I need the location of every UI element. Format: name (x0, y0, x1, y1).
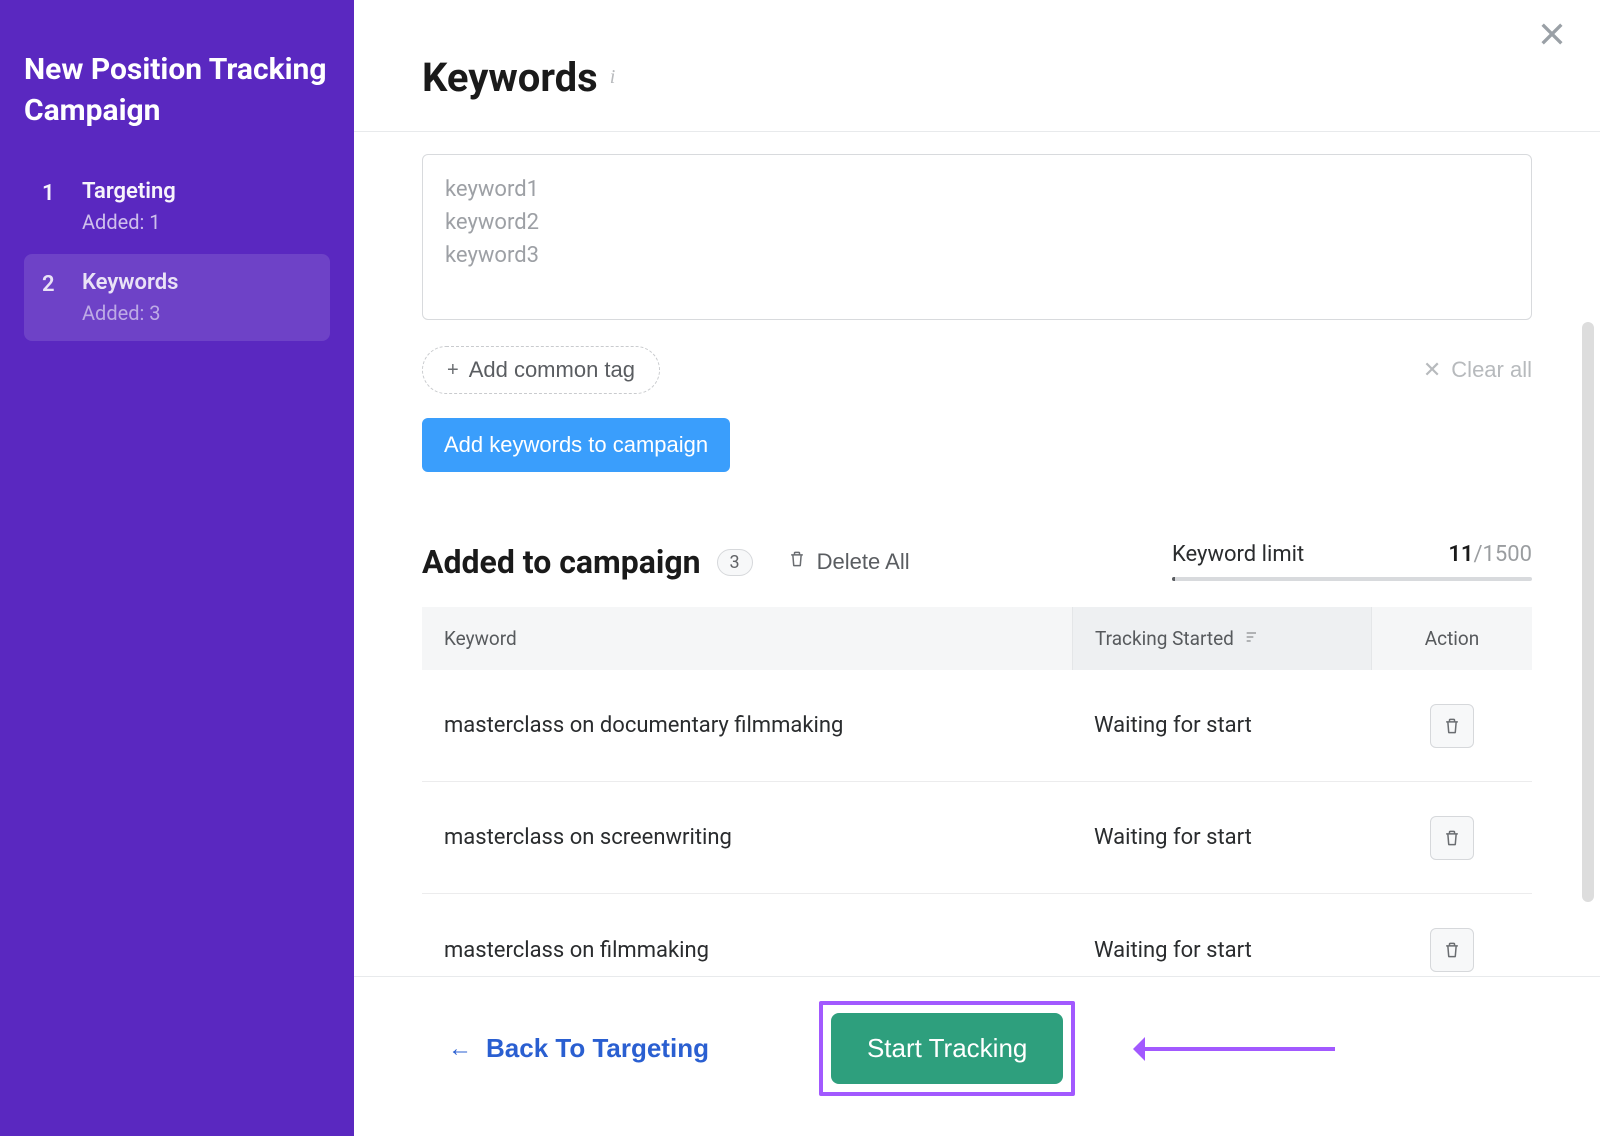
back-to-targeting-button[interactable]: ← Back To Targeting (448, 1033, 709, 1064)
page-header: Keywords i (354, 0, 1600, 132)
step-label: Keywords (82, 270, 178, 295)
campaign-title-group: Added to campaign 3 Delete All (422, 543, 910, 581)
annotation-arrow (1135, 1047, 1335, 1051)
col-action: Action (1372, 607, 1532, 670)
cell-status: Waiting for start (1072, 695, 1372, 756)
campaign-title: Added to campaign (422, 543, 701, 581)
page-title: Keywords i (422, 54, 1532, 101)
cell-action (1372, 798, 1532, 878)
delete-row-button[interactable] (1430, 816, 1474, 860)
add-tag-label: Add common tag (469, 357, 635, 383)
cell-keyword: masterclass on filmmaking (422, 920, 1072, 977)
start-tracking-highlight: Start Tracking (819, 1001, 1075, 1096)
cell-status: Waiting for start (1072, 920, 1372, 977)
col-tracking-label: Tracking Started (1095, 627, 1234, 650)
clear-all-label: Clear all (1451, 357, 1532, 383)
add-keywords-button[interactable]: Add keywords to campaign (422, 418, 730, 472)
info-icon[interactable]: i (610, 66, 616, 89)
sidebar-title: New Position Tracking Campaign (24, 50, 330, 131)
campaign-section-header: Added to campaign 3 Delete All Keyword l… (422, 542, 1532, 581)
add-common-tag-button[interactable]: + Add common tag (422, 346, 660, 394)
delete-all-button[interactable]: Delete All (787, 549, 910, 575)
keywords-table: Keyword Tracking Started Action mastercl… (422, 607, 1532, 976)
limit-used: 11 (1448, 542, 1473, 567)
trash-icon (1442, 716, 1462, 736)
keyword-limit: Keyword limit 11/1500 (1172, 542, 1532, 581)
cell-status: Waiting for start (1072, 807, 1372, 868)
sidebar: New Position Tracking Campaign 1 Targeti… (0, 0, 354, 1136)
step-keywords[interactable]: 2 Keywords Added: 3 (24, 254, 330, 341)
limit-progress-bar (1172, 577, 1532, 581)
sort-icon (1244, 627, 1260, 650)
content-area: + Add common tag ✕ Clear all Add keyword… (354, 132, 1600, 976)
delete-row-button[interactable] (1430, 928, 1474, 972)
back-label: Back To Targeting (486, 1033, 709, 1064)
col-tracking-started[interactable]: Tracking Started (1072, 607, 1372, 670)
page-title-text: Keywords (422, 54, 598, 101)
step-number: 1 (42, 179, 56, 206)
trash-icon (787, 549, 807, 575)
main-panel: Keywords i + Add common tag ✕ Clear all … (354, 0, 1600, 1136)
campaign-count-badge: 3 (717, 549, 753, 576)
cell-keyword: masterclass on screenwriting (422, 807, 1072, 868)
scrollbar[interactable] (1582, 322, 1594, 902)
step-number: 2 (42, 270, 56, 297)
close-icon (1536, 18, 1568, 50)
limit-label: Keyword limit (1172, 542, 1304, 567)
step-targeting[interactable]: 1 Targeting Added: 1 (24, 163, 330, 250)
cell-action (1372, 686, 1532, 766)
table-row: masterclass on screenwriting Waiting for… (422, 782, 1532, 894)
col-keyword: Keyword (422, 607, 1072, 670)
delete-all-label: Delete All (817, 549, 910, 575)
step-sublabel: Added: 1 (82, 210, 176, 234)
table-row: masterclass on documentary filmmaking Wa… (422, 670, 1532, 782)
keywords-textarea[interactable] (422, 154, 1532, 320)
footer: ← Back To Targeting Start Tracking (354, 976, 1600, 1136)
close-button[interactable] (1536, 18, 1568, 54)
limit-total: /1500 (1473, 542, 1532, 567)
arrow-left-icon: ← (448, 1035, 472, 1063)
delete-row-button[interactable] (1430, 704, 1474, 748)
start-tracking-button[interactable]: Start Tracking (831, 1013, 1063, 1084)
x-icon: ✕ (1423, 357, 1441, 383)
step-sublabel: Added: 3 (82, 301, 178, 325)
table-header: Keyword Tracking Started Action (422, 607, 1532, 670)
plus-icon: + (447, 359, 459, 382)
table-row: masterclass on filmmaking Waiting for st… (422, 894, 1532, 976)
cell-keyword: masterclass on documentary filmmaking (422, 695, 1072, 756)
trash-icon (1442, 828, 1462, 848)
tag-row: + Add common tag ✕ Clear all (422, 346, 1532, 394)
limit-value: 11/1500 (1448, 542, 1532, 567)
cell-action (1372, 910, 1532, 976)
clear-all-button[interactable]: ✕ Clear all (1423, 357, 1532, 383)
step-label: Targeting (82, 179, 176, 204)
trash-icon (1442, 940, 1462, 960)
